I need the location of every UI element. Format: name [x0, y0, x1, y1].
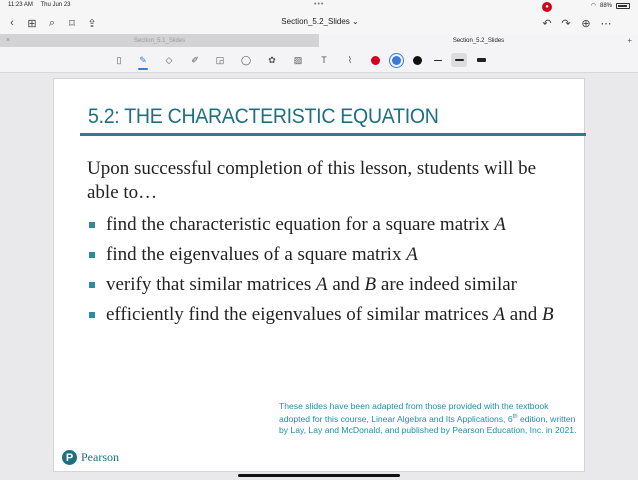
share-icon[interactable]: ⇪ — [84, 15, 100, 31]
tab-section-5-2[interactable]: Section_5.2_Slides + — [319, 34, 638, 47]
color-swatch-red[interactable] — [371, 56, 380, 65]
color-swatch-blue[interactable] — [392, 56, 401, 65]
battery-percent: 88% — [599, 2, 612, 9]
list-item: find the eigenvalues of a square matrix … — [87, 243, 577, 267]
status-date: Thu Jun 23 — [40, 2, 71, 8]
battery-icon — [616, 2, 630, 9]
tab-label: Section_5.2_Slides — [452, 37, 505, 44]
stroke-thick-button[interactable] — [473, 53, 489, 67]
document-title[interactable]: Section_5.2_Slides ⌄ — [260, 17, 380, 26]
list-item: verify that similar matrices A and B are… — [87, 273, 577, 297]
attribution-note: These slides have been adapted from thos… — [279, 401, 577, 435]
pearson-logo: P Pearson — [62, 450, 119, 465]
home-indicator[interactable] — [238, 474, 400, 477]
sticker-tool-icon[interactable]: ✿ — [265, 53, 279, 67]
slide-page: 5.2: THE CHARACTERISTIC EQUATION Upon su… — [53, 78, 586, 472]
image-tool-icon[interactable]: ▨ — [291, 53, 305, 67]
undo-icon[interactable]: ↶ — [539, 15, 555, 31]
tab-label: Section_5.1_Slides — [133, 37, 186, 44]
read-mode-icon[interactable]: ▯ — [112, 53, 126, 67]
laser-pointer-icon[interactable]: ⌇ — [343, 53, 357, 67]
color-swatch-black[interactable] — [413, 56, 422, 65]
status-time: 11:23 AM — [8, 2, 33, 8]
tab-bar: × Section_5.1_Slides Section_5.2_Slides … — [0, 34, 638, 47]
list-item: find the characteristic equation for a s… — [87, 213, 577, 237]
stroke-thin-button[interactable] — [430, 53, 446, 67]
text-tool-icon[interactable]: T — [317, 53, 331, 67]
tab-section-5-1[interactable]: × Section_5.1_Slides — [0, 34, 319, 47]
bookmark-icon[interactable]: ⌑ — [64, 15, 80, 31]
title-divider — [80, 133, 586, 136]
intro-text: Upon successful completion of this lesso… — [87, 158, 537, 203]
bullet-icon — [89, 252, 95, 258]
annotation-toolbar: ▯ ✎ ◇ ✐ ◲ ◯ ✿ ▨ T ⌇ — [0, 47, 638, 73]
grid-view-icon[interactable]: ⊞ — [24, 15, 40, 31]
back-chevron-icon[interactable]: ‹ — [4, 15, 20, 31]
bullet-icon — [89, 312, 95, 318]
stroke-medium-button[interactable] — [451, 53, 467, 67]
slide-title: 5.2: THE CHARACTERISTIC EQUATION — [88, 105, 439, 128]
eraser-tool-icon[interactable]: ◇ — [162, 53, 176, 67]
objectives-list: find the characteristic equation for a s… — [87, 213, 577, 333]
redo-icon[interactable]: ↷ — [558, 15, 574, 31]
shapes-tool-icon[interactable]: ◲ — [213, 53, 227, 67]
more-options-icon[interactable]: ⋯ — [598, 15, 614, 31]
record-icon[interactable]: ● — [542, 2, 552, 12]
multitasking-dots[interactable]: ••• — [314, 1, 324, 8]
pen-tool-icon[interactable]: ✎ — [136, 53, 150, 70]
bullet-icon — [89, 282, 95, 288]
close-tab-icon[interactable]: × — [6, 37, 10, 44]
navigation-bar: ‹ ⊞ ⌕ ⌑ ⇪ Section_5.2_Slides ⌄ ↶ ↷ ⊕ ⋯ ● — [0, 2, 638, 34]
bullet-icon — [89, 222, 95, 228]
wifi-icon: ◠ — [590, 3, 596, 9]
pearson-logo-icon: P — [62, 450, 77, 465]
lasso-tool-icon[interactable]: ◯ — [239, 53, 253, 67]
search-icon[interactable]: ⌕ — [44, 15, 60, 31]
highlighter-tool-icon[interactable]: ✐ — [188, 53, 202, 67]
list-item: efficiently find the eigenvalues of simi… — [87, 303, 577, 327]
pearson-wordmark: Pearson — [81, 450, 119, 464]
new-page-icon[interactable]: ⊕ — [578, 15, 594, 31]
add-tab-icon[interactable]: + — [627, 36, 632, 45]
